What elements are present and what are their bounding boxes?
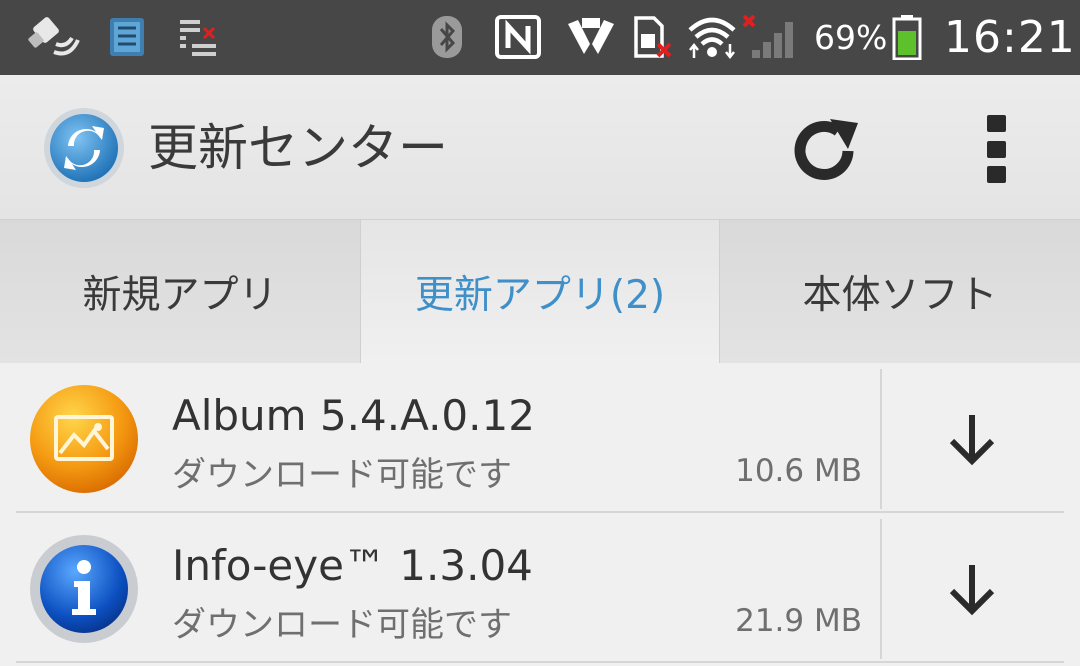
app-notification-icon [104,14,150,60]
overflow-dot [986,166,1006,183]
tab-bar: 新規アプリ 更新アプリ(2) 本体ソフト [0,220,1080,363]
sim-error-icon [632,14,674,60]
row-divider [16,661,1064,663]
download-button[interactable] [944,411,1000,469]
battery-icon [892,14,922,60]
album-app-icon [28,383,140,495]
action-bar: 更新センター [0,75,1080,220]
overflow-dot [986,140,1006,158]
overflow-menu-icon [986,115,1006,132]
app-name: Info-eye™ 1.3.04 [172,541,533,590]
app-name: Album 5.4.A.0.12 [172,391,535,440]
row-separator [880,369,882,509]
battery-percent: 69% [814,18,888,57]
update-list: Album 5.4.A.0.12 ダウンロード可能です 10.6 MB Info… [0,363,1080,666]
wifi-icon [686,14,742,60]
refresh-icon [794,119,858,180]
app-status: ダウンロード可能です [172,605,512,645]
clock: 16:21 [944,12,1076,63]
overflow-menu-button[interactable] [978,111,1014,187]
tab-update-apps[interactable]: 更新アプリ(2) [360,220,720,363]
nfc-icon [494,14,542,60]
bluetooth-icon [430,14,464,60]
update-center-logo-icon [42,106,126,190]
gps-icon [26,14,82,60]
info-eye-app-icon [28,533,140,645]
tab-new-apps[interactable]: 新規アプリ [0,220,360,363]
download-button[interactable] [944,561,1000,619]
row-separator [880,519,882,659]
refresh-button[interactable] [790,115,862,187]
download-arrow-icon [949,415,995,466]
page-title: 更新センター [148,119,448,177]
list-item[interactable]: Info-eye™ 1.3.04 ダウンロード可能です 21.9 MB [0,513,1080,663]
list-item[interactable]: Album 5.4.A.0.12 ダウンロード可能です 10.6 MB [0,363,1080,513]
signal-icon [742,14,802,60]
hands-icon [564,14,618,60]
download-list-icon [178,14,222,60]
status-bar: 69% 16:21 [0,0,1080,75]
download-arrow-icon [949,565,995,616]
app-size: 21.9 MB [735,603,862,639]
app-size: 10.6 MB [735,453,862,489]
tab-system-software[interactable]: 本体ソフト [720,220,1080,363]
app-status: ダウンロード可能です [172,455,512,495]
